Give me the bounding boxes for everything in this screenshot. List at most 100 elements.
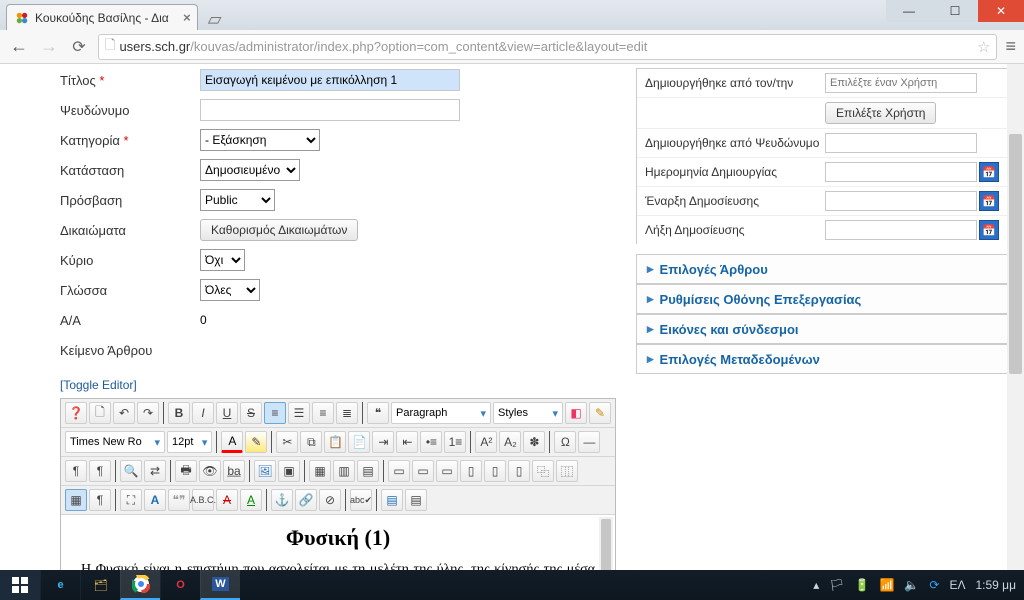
link-icon[interactable]: 🔗 (295, 489, 317, 511)
tray-network-icon[interactable]: 📶 (879, 578, 894, 592)
permissions-button[interactable]: Καθορισμός Δικαιωμάτων (200, 219, 358, 241)
paragraph-dropdown[interactable]: Paragraph (391, 402, 491, 424)
strike-button[interactable]: S (240, 402, 262, 424)
tray-up-icon[interactable]: ▴ (813, 578, 819, 592)
select-access[interactable]: Public (200, 189, 275, 211)
browser-menu-icon[interactable]: ≡ (1005, 36, 1016, 57)
paste-icon[interactable]: 📋 (324, 431, 346, 453)
address-bar[interactable]: 🗋 users.sch.gr /kouvas/administrator/ind… (98, 34, 997, 60)
page-scrollbar[interactable] (1007, 64, 1024, 570)
browser-tab[interactable]: Κουκούδης Βασίλης - Δια × (6, 4, 198, 30)
toggle-grid-icon[interactable]: ▦ (65, 489, 87, 511)
cleanup-icon[interactable]: ✎ (589, 402, 611, 424)
font-dropdown[interactable]: Times New Ro (65, 431, 165, 453)
redo-icon[interactable]: ↷ (137, 402, 159, 424)
tray-flag-icon[interactable]: 🏳 (829, 578, 844, 592)
input-created-by[interactable] (825, 73, 977, 93)
fontsize-dropdown[interactable]: 12pt (167, 431, 212, 453)
task-word-icon[interactable]: W (200, 570, 240, 600)
close-icon[interactable]: × (183, 10, 191, 25)
select-category[interactable]: - Εξάσκηση (200, 129, 320, 151)
align-center-button[interactable]: ☰ (288, 402, 310, 424)
forecolor-button[interactable]: A (221, 431, 243, 453)
tray-clock[interactable]: 1:59 μμ (975, 579, 1016, 591)
tray-sync-icon[interactable]: ⟳ (929, 578, 939, 592)
anchor-icon[interactable]: ⚓ (271, 489, 293, 511)
align-right-button[interactable]: ≡ (312, 402, 334, 424)
forward-button[interactable]: → (38, 36, 60, 58)
col-delete-icon[interactable]: ▯ (508, 460, 530, 482)
bookmark-icon[interactable]: ☆ (977, 38, 990, 56)
row-delete-icon[interactable]: ▭ (436, 460, 458, 482)
window-maximize[interactable]: ☐ (932, 0, 978, 22)
tray-language[interactable]: ΕΛ (949, 578, 965, 592)
italic-button[interactable]: I (192, 402, 214, 424)
table-row-icon[interactable]: ▥ (333, 460, 355, 482)
row-after-icon[interactable]: ▭ (412, 460, 434, 482)
editor-content-area[interactable]: Φυσική (1) Η Φυσική είναι η επιστήμη που… (61, 515, 615, 570)
toggle-editor-link[interactable]: [Toggle Editor] (60, 378, 137, 392)
indent-icon[interactable]: ⇥ (372, 431, 394, 453)
reload-button[interactable]: ⟳ (68, 36, 90, 58)
split-cells-icon[interactable]: ⿲ (556, 460, 578, 482)
unlink-icon[interactable]: ⊘ (319, 489, 341, 511)
quote-icon[interactable]: ❝❞ (168, 489, 190, 511)
preview-icon[interactable]: 👁 (199, 460, 221, 482)
align-justify-button[interactable]: ≣ (336, 402, 358, 424)
fullscreen-icon[interactable]: ⛶ (120, 489, 142, 511)
table-icon[interactable]: ▦ (309, 460, 331, 482)
omega-icon[interactable]: Ω (554, 431, 576, 453)
number-list-icon[interactable]: 1≡ (444, 431, 466, 453)
input-alias[interactable] (200, 99, 460, 121)
show-para-icon[interactable]: ¶ (89, 489, 111, 511)
blockquote-button[interactable]: ❝ (367, 402, 389, 424)
printer-icon[interactable]: 🖶 (175, 460, 197, 482)
subscript-button[interactable]: A₂ (499, 431, 521, 453)
input-publish-up[interactable] (825, 191, 977, 211)
col-after-icon[interactable]: ▯ (484, 460, 506, 482)
input-created-alias[interactable] (825, 133, 977, 153)
select-user-button[interactable]: Επιλέξτε Χρήστη (825, 102, 936, 124)
underline-button[interactable]: U (216, 402, 238, 424)
readmore-icon[interactable]: ▤ (381, 489, 403, 511)
charmap-icon[interactable]: ✽ (523, 431, 545, 453)
calendar-icon[interactable]: 📅 (979, 162, 999, 182)
accordion-edit-screen[interactable]: ▸Ρυθμίσεις Οθόνης Επεξεργασίας (637, 284, 1007, 314)
align-left-button[interactable]: ≡ (264, 402, 286, 424)
accordion-images-links[interactable]: ▸Εικόνες και σύνδεσμοι (637, 314, 1007, 344)
task-chrome-icon[interactable] (120, 570, 160, 600)
backcolor-button[interactable]: ✎ (245, 431, 267, 453)
input-title[interactable] (200, 69, 460, 91)
editor-scrollbar[interactable] (599, 517, 613, 570)
undo-icon[interactable]: ↶ (113, 402, 135, 424)
new-tab-button[interactable]: ▱ (202, 9, 228, 30)
code-icon[interactable]: b̲a̲ (223, 460, 245, 482)
accordion-article-options[interactable]: ▸Επιλογές Άρθρου (637, 254, 1007, 284)
superscript-button[interactable]: A² (475, 431, 497, 453)
para-rtl-icon[interactable]: ¶ (89, 460, 111, 482)
select-state[interactable]: Δημοσιευμένο (200, 159, 300, 181)
replace-icon[interactable]: ⇄ (144, 460, 166, 482)
hr-icon[interactable]: — (578, 431, 600, 453)
merge-cells-icon[interactable]: ⿻ (532, 460, 554, 482)
copy-icon[interactable]: ⧉ (300, 431, 322, 453)
input-created-date[interactable] (825, 162, 977, 182)
help-icon[interactable]: ❓ (65, 402, 87, 424)
window-close[interactable]: ✕ (978, 0, 1024, 22)
calendar-icon[interactable]: 📅 (979, 220, 999, 240)
bullet-list-icon[interactable]: •≡ (420, 431, 442, 453)
select-language[interactable]: Όλες (200, 279, 260, 301)
para-ltr-icon[interactable]: ¶ (65, 460, 87, 482)
newdoc-icon[interactable]: 🗋 (89, 402, 111, 424)
ins-icon[interactable]: A (240, 489, 262, 511)
tray-volume-icon[interactable]: 🔈 (904, 578, 919, 592)
abbr-icon[interactable]: A.B.C. (192, 489, 214, 511)
outdent-icon[interactable]: ⇤ (396, 431, 418, 453)
task-opera-icon[interactable]: O (160, 570, 200, 600)
eraser-icon[interactable]: ◧ (565, 402, 587, 424)
table-col-icon[interactable]: ▤ (357, 460, 379, 482)
window-minimize[interactable]: ― (886, 0, 932, 22)
paste-text-icon[interactable]: 📄 (348, 431, 370, 453)
tray-battery-icon[interactable]: 🔋 (855, 578, 870, 592)
caps-icon[interactable]: A (144, 489, 166, 511)
